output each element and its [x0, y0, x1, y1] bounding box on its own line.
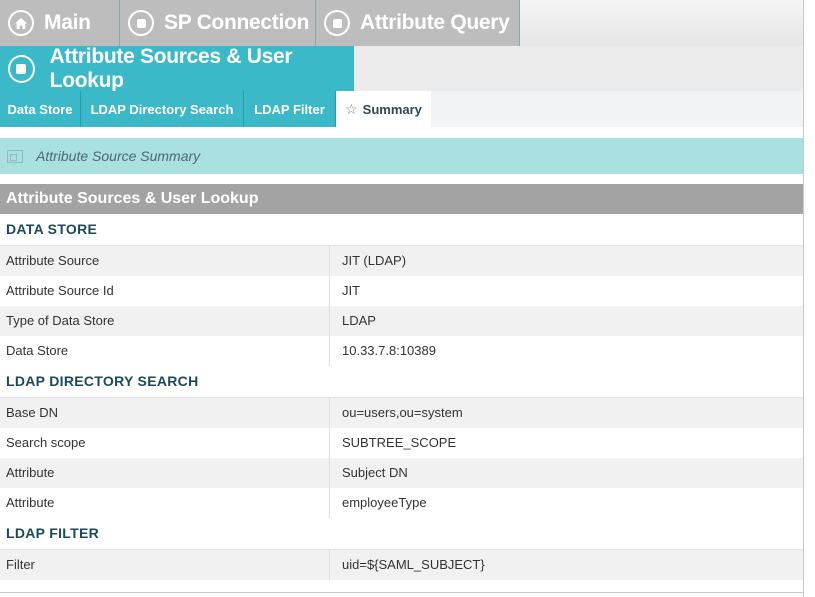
tab-data-store[interactable]: Data Store [0, 91, 81, 127]
table-row: Data Store 10.33.7.8:10389 [0, 336, 803, 366]
tab-label: LDAP Directory Search [90, 101, 234, 117]
summary-label: Attribute Source Summary [36, 148, 201, 164]
summary-content: DATA STORE Attribute Source JIT (LDAP) A… [0, 214, 803, 580]
breadcrumb-label: SP Connection [164, 11, 310, 34]
row-key: Type of Data Store [0, 306, 330, 336]
breadcrumb-label: Attribute Query [360, 11, 510, 34]
row-value: JIT [342, 283, 361, 298]
table-row: Attribute Source Id JIT [0, 276, 803, 306]
table-row: Base DN ou=users,ou=system [0, 398, 803, 428]
row-key: Data Store [0, 336, 330, 366]
group-title-ldap-filter: LDAP FILTER [0, 518, 803, 550]
row-key: Filter [0, 550, 330, 580]
window-icon [7, 149, 23, 163]
row-key: Attribute Source Id [0, 276, 330, 306]
tab-ldap-directory-search[interactable]: LDAP Directory Search [81, 91, 244, 127]
table-row: Type of Data Store LDAP [0, 306, 803, 336]
breadcrumb-label: Main [44, 11, 91, 34]
group-title-data-store: DATA STORE [0, 214, 803, 246]
row-key: Attribute Source [0, 246, 330, 276]
table-row: Filter uid=${SAML_SUBJECT} [0, 550, 803, 580]
stop-circle-icon [324, 10, 350, 36]
section-title: Attribute Sources & User Lookup [6, 190, 259, 207]
tab-label: Data Store [7, 101, 73, 117]
breadcrumb-sp-connection[interactable]: SP Connection [120, 0, 316, 46]
table-row: Attribute employeeType [0, 488, 803, 518]
row-value: ou=users,ou=system [342, 405, 463, 420]
row-value: JIT (LDAP) [342, 253, 407, 268]
row-value: LDAP [342, 313, 376, 328]
tab-ldap-filter[interactable]: LDAP Filter [244, 91, 336, 127]
header-filler [354, 46, 803, 91]
row-key: Search scope [0, 428, 330, 458]
row-value: employeeType [342, 495, 427, 510]
row-value: Subject DN [342, 465, 408, 480]
table-row: Attribute Source JIT (LDAP) [0, 246, 803, 276]
summary-bar: Attribute Source Summary [0, 138, 803, 174]
tab-label: Summary [362, 101, 422, 117]
table-row: Search scope SUBTREE_SCOPE [0, 428, 803, 458]
section-header: Attribute Sources & User Lookup [0, 184, 803, 214]
tab-label: LDAP Filter [254, 101, 325, 117]
current-page-title: Attribute Sources & User Lookup [0, 44, 354, 92]
row-key: Attribute [0, 458, 330, 488]
stop-circle-icon [128, 10, 154, 36]
current-page-label: Attribute Sources & User Lookup [49, 44, 293, 92]
row-key: Base DN [0, 398, 330, 428]
divider [0, 592, 803, 593]
row-key: Attribute [0, 488, 330, 518]
stop-circle-icon [8, 54, 35, 83]
tab-summary[interactable]: ☆ Summary [336, 91, 431, 127]
table-row: Attribute Subject DN [0, 458, 803, 488]
home-icon [8, 10, 34, 36]
breadcrumb-attribute-query[interactable]: Attribute Query [316, 0, 520, 46]
window-edge [803, 0, 815, 597]
row-value: SUBTREE_SCOPE [342, 435, 457, 450]
star-icon: ☆ [345, 100, 358, 117]
group-title-ldap-directory-search: LDAP DIRECTORY SEARCH [0, 366, 803, 398]
row-value: uid=${SAML_SUBJECT} [342, 557, 485, 572]
row-value: 10.33.7.8:10389 [342, 343, 436, 358]
breadcrumb-main[interactable]: Main [0, 0, 120, 46]
